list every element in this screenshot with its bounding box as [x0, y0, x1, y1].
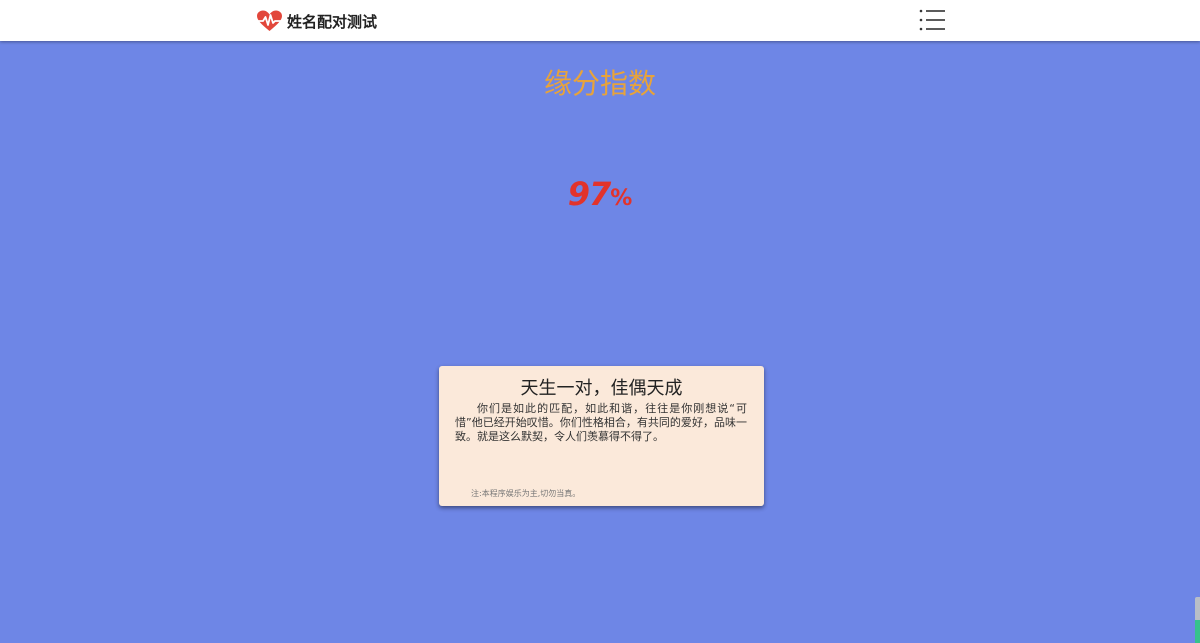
- result-title: 缘分指数: [543, 67, 656, 100]
- brand-name: 姓名配对测试: [287, 12, 378, 31]
- menu-button[interactable]: [918, 8, 946, 32]
- side-scroll-tab[interactable]: [1195, 597, 1200, 643]
- brand-logo-link[interactable]: 姓名配对测试: [255, 9, 378, 33]
- menu-icon: [919, 9, 945, 31]
- result-card: 天生一对，佳偶天成 你们是如此的匹配，如此和谐，往往是你刚想说“可惜”他已经开始…: [439, 366, 764, 506]
- disclaimer-note: 注:本程序娱乐为主,切勿当真。: [471, 489, 581, 498]
- heart-pulse-icon: [255, 10, 284, 32]
- result-card-title: 天生一对，佳偶天成: [520, 378, 683, 399]
- top-navbar: 姓名配对测试: [0, 0, 1200, 41]
- score-value: 97: [567, 175, 612, 213]
- score-unit: %: [610, 186, 633, 211]
- result-card-description: 你们是如此的匹配，如此和谐，往往是你刚想说“可惜”他已经开始叹惜。你们性格相合，…: [455, 402, 747, 443]
- match-score: 97%: [0, 175, 1200, 213]
